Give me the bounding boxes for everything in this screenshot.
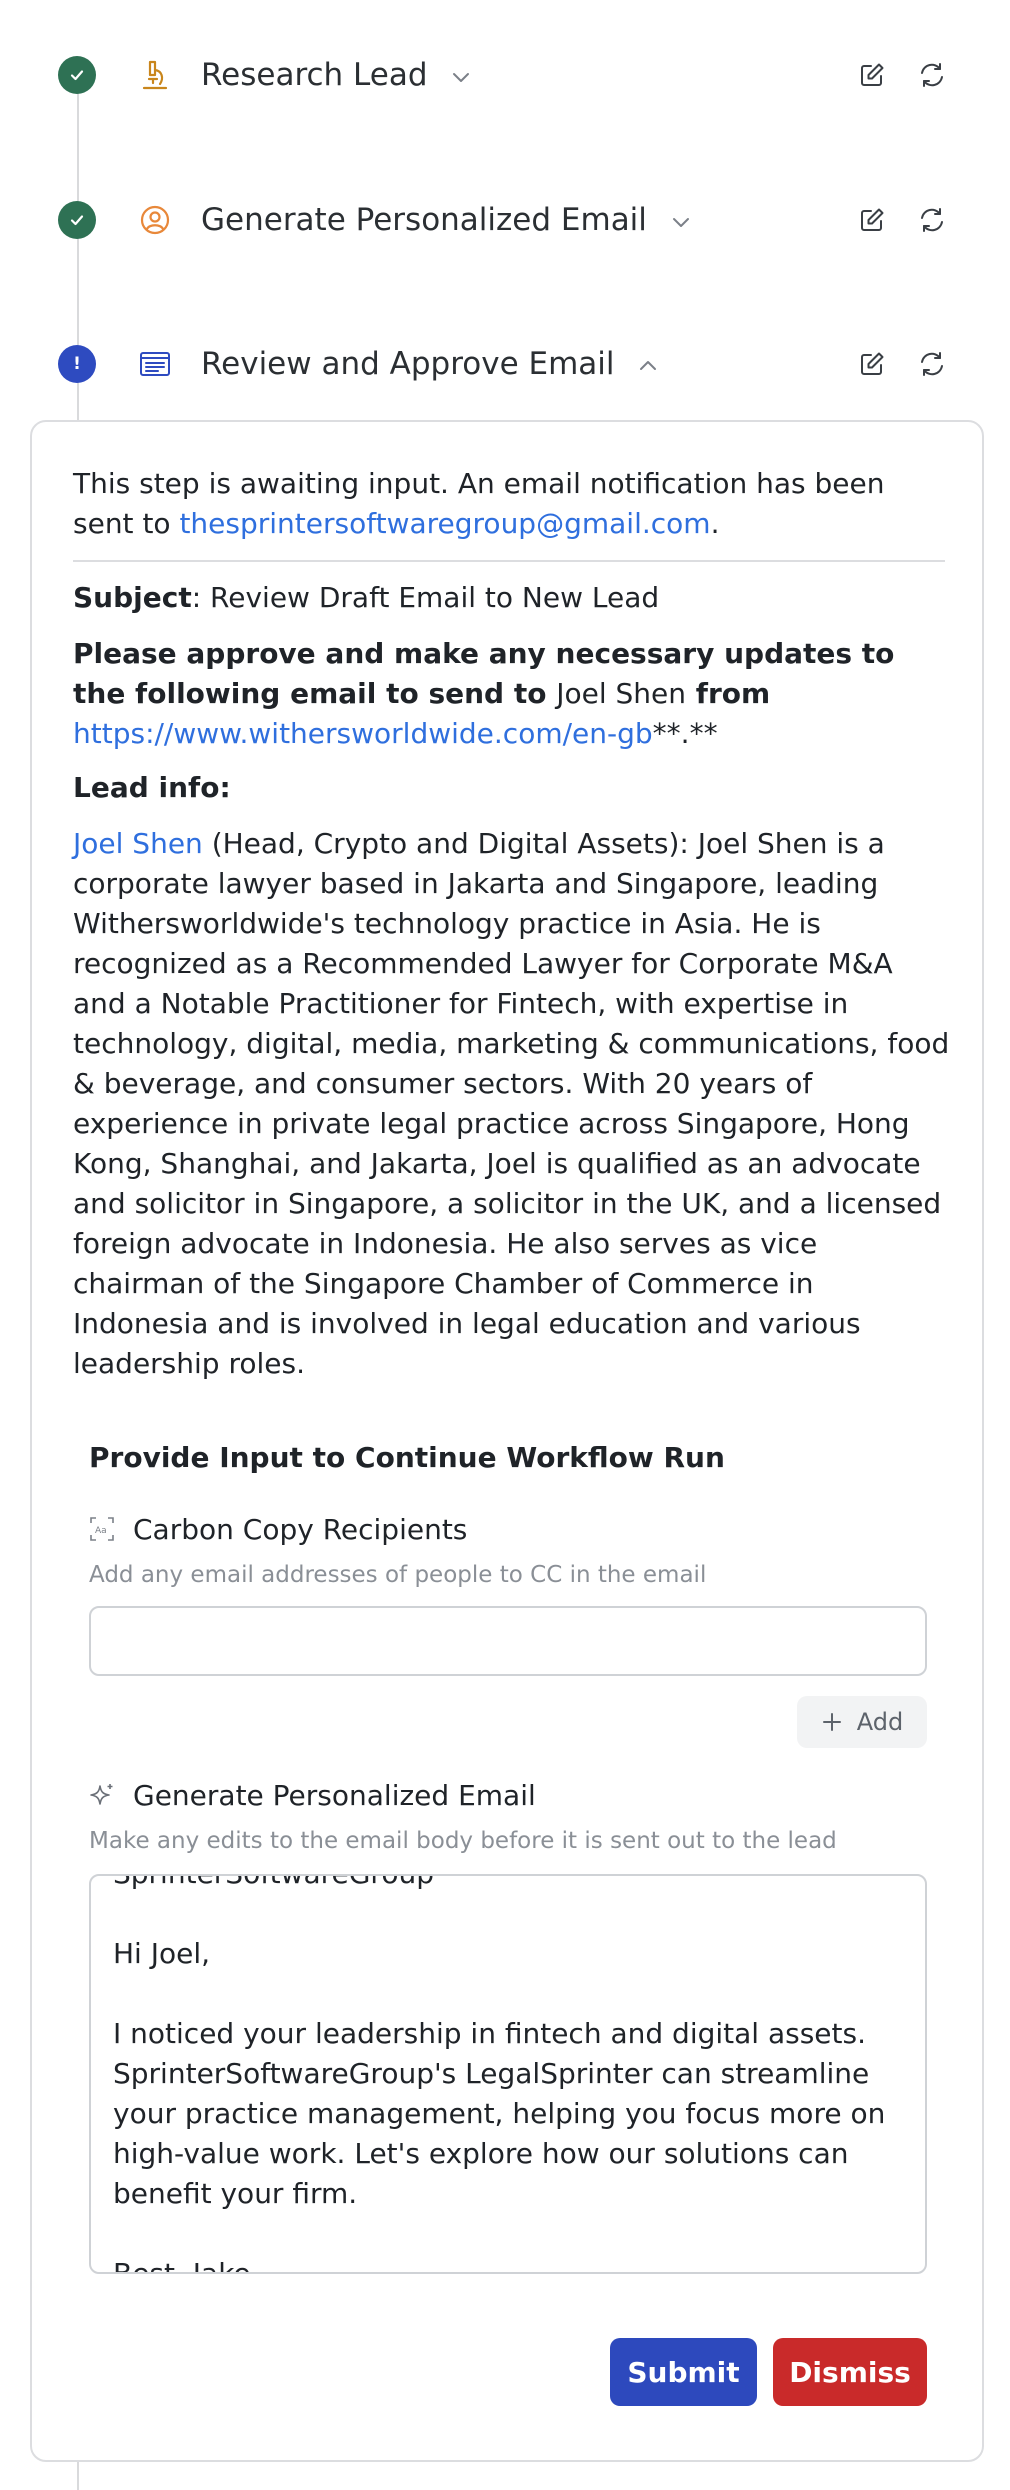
email-body-text[interactable]: SprinterSoftwareGroup Hi Joel, I noticed… bbox=[113, 1876, 913, 2272]
company-url-link[interactable]: https://www.withersworldwide.com/en-gb bbox=[73, 717, 653, 750]
add-label: Add bbox=[856, 1708, 904, 1736]
subject-line: Subject: Review Draft Email to New Lead bbox=[73, 578, 659, 618]
notification-email-link[interactable]: thesprintersoftwaregroup@gmail.com bbox=[179, 507, 710, 540]
check-icon bbox=[58, 201, 96, 239]
submit-button[interactable]: Submit bbox=[610, 2338, 757, 2406]
refresh-icon[interactable] bbox=[915, 58, 949, 92]
subject-value: : Review Draft Email to New Lead bbox=[191, 581, 660, 614]
email-body-textarea[interactable]: SprinterSoftwareGroup Hi Joel, I noticed… bbox=[89, 1874, 927, 2274]
chevron-down-icon[interactable] bbox=[669, 210, 693, 234]
edit-icon[interactable] bbox=[855, 58, 889, 92]
subject-label: Subject bbox=[73, 581, 192, 614]
step-review-approve: ! Review and Approve Email bbox=[0, 334, 1010, 394]
alert-icon: ! bbox=[58, 345, 96, 383]
divider bbox=[73, 560, 945, 562]
chevron-up-icon[interactable] bbox=[636, 354, 660, 378]
add-recipient-button[interactable]: Add bbox=[797, 1696, 927, 1748]
approve-from: from bbox=[686, 677, 771, 710]
email-field-label: Generate Personalized Email bbox=[89, 1776, 536, 1816]
lead-description: (Head, Crypto and Digital Assets): Joel … bbox=[73, 827, 950, 1380]
notice-end: . bbox=[710, 507, 720, 540]
lead-info-body: Joel Shen (Head, Crypto and Digital Asse… bbox=[73, 824, 953, 1384]
email-help-text: Make any edits to the email body before … bbox=[89, 1828, 837, 1854]
email-label-text: Generate Personalized Email bbox=[133, 1779, 536, 1812]
recipient-name: Joel Shen bbox=[556, 677, 687, 710]
awaiting-input-notice: This step is awaiting input. An email no… bbox=[73, 464, 953, 544]
edit-icon[interactable] bbox=[855, 203, 889, 237]
cc-field-label: Aa Carbon Copy Recipients bbox=[89, 1510, 467, 1550]
step-research-lead: Research Lead bbox=[0, 45, 1010, 105]
lead-name-link[interactable]: Joel Shen bbox=[73, 827, 203, 860]
step-title[interactable]: Review and Approve Email bbox=[201, 346, 660, 382]
cc-email-input[interactable] bbox=[89, 1606, 927, 1676]
url-suffix: **.** bbox=[652, 717, 718, 750]
refresh-icon[interactable] bbox=[915, 347, 949, 381]
check-icon bbox=[58, 56, 96, 94]
chevron-down-icon[interactable] bbox=[449, 65, 473, 89]
step-title[interactable]: Research Lead bbox=[201, 57, 473, 93]
approve-text: Please approve and make any necessary up… bbox=[73, 637, 895, 710]
form-title: Provide Input to Continue Workflow Run bbox=[89, 1441, 725, 1474]
cc-help-text: Add any email addresses of people to CC … bbox=[89, 1562, 707, 1588]
microscope-icon bbox=[138, 58, 172, 92]
sparkle-icon bbox=[90, 1784, 113, 1805]
review-card: This step is awaiting input. An email no… bbox=[30, 420, 984, 2462]
user-circle-icon bbox=[138, 203, 172, 237]
dismiss-button[interactable]: Dismiss bbox=[773, 2338, 927, 2406]
step-title[interactable]: Generate Personalized Email bbox=[201, 202, 693, 238]
text-field-icon: Aa bbox=[90, 1517, 114, 1541]
step-generate-email: Generate Personalized Email bbox=[0, 190, 1010, 250]
cc-label-text: Carbon Copy Recipients bbox=[133, 1513, 468, 1546]
edit-icon[interactable] bbox=[855, 347, 889, 381]
lead-info-heading: Lead info: bbox=[73, 771, 231, 804]
plus-icon bbox=[822, 1713, 841, 1731]
form-icon bbox=[138, 347, 172, 381]
refresh-icon[interactable] bbox=[915, 203, 949, 237]
approve-instructions: Please approve and make any necessary up… bbox=[73, 634, 953, 754]
svg-text:Aa: Aa bbox=[95, 1526, 107, 1536]
